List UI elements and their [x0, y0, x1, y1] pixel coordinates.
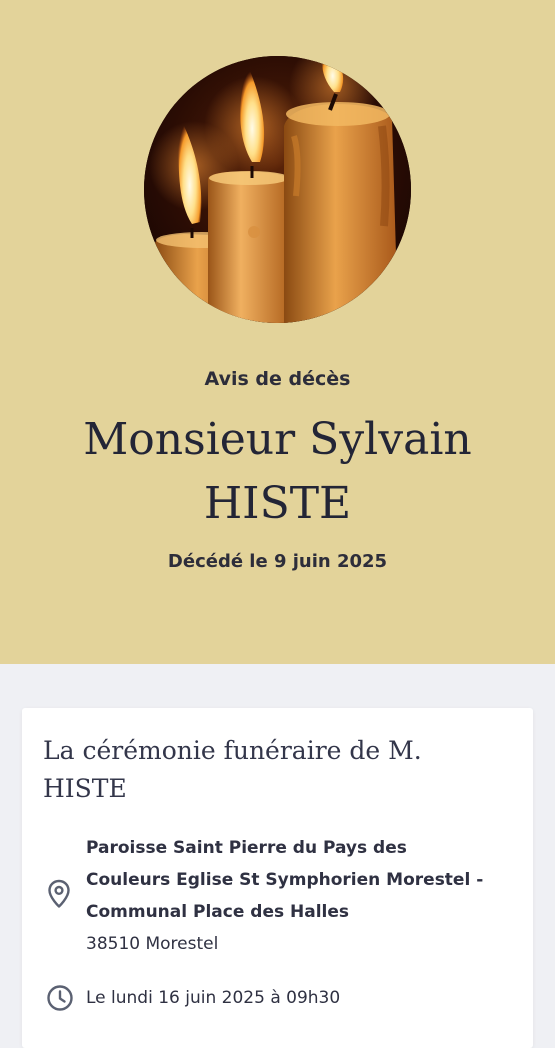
notice-type-label: Avis de décès	[204, 368, 351, 390]
ceremony-title-line1: La cérémonie funéraire de M.	[43, 736, 422, 765]
clock-icon	[47, 985, 73, 1011]
obituary-header: Avis de décès Monsieur Sylvain HISTE Déc…	[0, 0, 555, 664]
ceremony-title-line2: HISTE	[43, 774, 127, 803]
ceremony-address: Paroisse Saint Pierre du Pays des Couleu…	[86, 832, 526, 960]
ceremony-city: 38510 Morestel	[86, 934, 219, 954]
ceremony-title: La cérémonie funéraire de M. HISTE	[43, 732, 513, 808]
candles-illustration	[144, 56, 411, 323]
map-pin-icon	[48, 879, 70, 908]
deceased-name: Monsieur Sylvain HISTE	[40, 408, 515, 536]
deceased-name-line1: Monsieur Sylvain	[83, 414, 472, 465]
candles-photo	[144, 56, 411, 323]
deceased-name-line2: HISTE	[203, 478, 352, 529]
ceremony-place-line3: Communal Place des Halles	[86, 902, 350, 922]
ceremony-place-line1: Paroisse Saint Pierre du Pays des	[86, 838, 407, 858]
ceremony-datetime: Le lundi 16 juin 2025 à 09h30	[86, 988, 341, 1008]
ceremony-card: La cérémonie funéraire de M. HISTE Paroi…	[22, 708, 533, 1048]
ceremony-place-line2: Couleurs Eglise St Symphorien Morestel -	[86, 870, 484, 890]
death-date: Décédé le 9 juin 2025	[167, 551, 388, 572]
